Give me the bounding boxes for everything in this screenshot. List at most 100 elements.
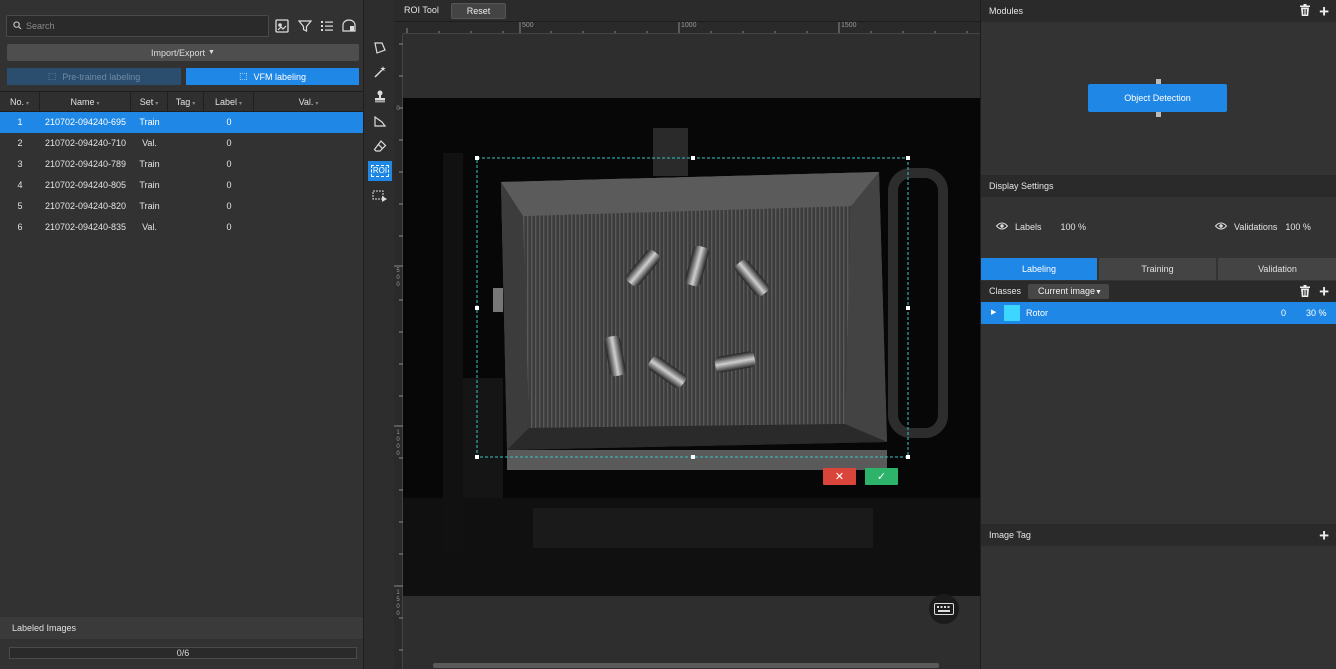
stamp-tool-icon[interactable] (368, 86, 392, 106)
cell-name: 210702-094240-710 (44, 138, 127, 148)
cancel-roi-button[interactable]: ✕ (823, 468, 856, 485)
cell-label: 0 (226, 159, 232, 169)
ruler-label: 1500 (841, 22, 857, 29)
tab-labeling[interactable]: Labeling (981, 258, 1097, 280)
column-name[interactable]: Name ▾ (40, 92, 131, 112)
roi-tool-label: ROI (370, 165, 390, 177)
expand-icon[interactable]: ▶ (991, 302, 996, 324)
column-val[interactable]: Val. ▾ (254, 92, 363, 112)
modules-header: Modules + (981, 0, 1336, 22)
labeled-progress-bar: 0/6 (9, 647, 357, 659)
ruler-label: 0 (396, 106, 400, 112)
labeling-icon: ⬚ (47, 71, 57, 81)
plus-icon[interactable]: + (1319, 527, 1329, 544)
search-input[interactable] (26, 21, 246, 31)
cell-set: Val. (142, 138, 157, 148)
image-list-panel: Import/Export▼ ⬚ Pre-trained labeling ⬚ … (0, 0, 364, 669)
class-opacity[interactable]: 30 % (1306, 302, 1327, 324)
confirm-roi-button[interactable]: ✓ (865, 468, 898, 485)
validations-opacity[interactable]: 100 % (1285, 222, 1311, 232)
plus-icon[interactable]: + (1319, 3, 1329, 20)
eye-icon[interactable] (995, 222, 1009, 232)
sort-icon: ▾ (192, 101, 196, 107)
sort-icon: ▾ (239, 101, 243, 107)
funnel-icon[interactable] (297, 18, 313, 34)
reset-button[interactable]: Reset (451, 3, 506, 19)
cell-label: 0 (226, 180, 232, 190)
image-tag-title: Image Tag (989, 530, 1031, 540)
validations-text: Validations (1234, 222, 1278, 232)
list-icon[interactable] (319, 18, 335, 34)
node-port (1156, 112, 1161, 117)
cell-no: 2 (17, 138, 23, 148)
column-no[interactable]: No. ▾ (0, 92, 40, 112)
table-row[interactable]: 1 210702-094240-695 Train 0 (0, 112, 363, 133)
plus-icon[interactable]: + (1319, 283, 1329, 300)
cell-set: Train (139, 159, 160, 169)
labels-visibility[interactable]: Labels 100 % (995, 222, 1087, 232)
class-row[interactable]: ▶ Rotor 0 30 % (981, 302, 1336, 324)
ruler-label: 500 (522, 22, 534, 29)
image-filter-icon[interactable] (274, 18, 290, 34)
keyboard-icon[interactable] (929, 594, 959, 624)
table-row[interactable]: 2 210702-094240-710 Val. 0 (0, 133, 363, 154)
table-row[interactable]: 4 210702-094240-805 Train 0 (0, 175, 363, 196)
class-name: Rotor (1026, 308, 1049, 318)
cell-name: 210702-094240-695 (44, 117, 127, 127)
image-tag-header: Image Tag + (981, 524, 1336, 546)
import-export-dropdown[interactable]: Import/Export ▼ (7, 44, 359, 61)
table-header: No. ▾ Name ▾ Set ▾ Tag ▾ Label ▾ Val. ▾ (0, 91, 363, 112)
tab-validation[interactable]: Validation (1218, 258, 1336, 280)
lasso-tool-icon[interactable] (368, 112, 392, 132)
table-row[interactable]: 6 210702-094240-835 Val. 0 (0, 217, 363, 238)
modules-title: Modules (989, 6, 1024, 16)
inspection-image (403, 98, 980, 596)
caret-down-icon: ▼ (208, 49, 215, 56)
eraser-icon[interactable] (368, 136, 392, 156)
cell-set: Train (139, 117, 160, 127)
horizontal-scrollbar[interactable] (433, 663, 939, 668)
ruler-label: 500 (396, 268, 400, 288)
pretrained-labeling-button[interactable]: ⬚ Pre-trained labeling (7, 68, 181, 85)
roi-tool-button[interactable]: ROI (368, 161, 392, 181)
close-icon: ✕ (834, 471, 845, 483)
sort-icon: ▾ (155, 101, 159, 107)
roi-tool-title: ROI Tool (404, 5, 439, 15)
pretrained-label: Pre-trained labeling (62, 71, 141, 82)
check-icon: ✓ (876, 471, 887, 483)
cell-label: 0 (226, 117, 232, 127)
eye-icon[interactable] (1214, 222, 1228, 232)
table-row[interactable]: 3 210702-094240-789 Train 0 (0, 154, 363, 175)
labels-text: Labels (1015, 222, 1042, 232)
labeled-images-header: Labeled Images (0, 617, 363, 639)
cell-name: 210702-094240-820 (44, 201, 127, 211)
classes-header: Classes Current image▼ + (981, 281, 1336, 302)
cell-no: 1 (17, 117, 23, 127)
trash-icon[interactable] (1299, 0, 1311, 22)
column-label[interactable]: Label ▾ (204, 92, 254, 112)
image-table-body: 1 210702-094240-695 Train 0 2 210702-094240-7… (0, 112, 363, 238)
polygon-tool-icon[interactable] (368, 38, 392, 58)
cell-set: Train (139, 180, 160, 190)
tab-training[interactable]: Training (1099, 258, 1216, 280)
class-color-swatch[interactable] (1004, 305, 1020, 321)
search-icon (13, 20, 22, 32)
search-box[interactable] (6, 15, 269, 37)
sort-icon: ▾ (26, 101, 30, 107)
validations-visibility[interactable]: Validations 100 % (1214, 222, 1311, 232)
image-canvas[interactable] (403, 34, 980, 669)
labels-opacity[interactable]: 100 % (1061, 222, 1087, 232)
table-row[interactable]: 5 210702-094240-820 Train 0 (0, 196, 363, 217)
object-detection-node[interactable]: Object Detection (1088, 84, 1227, 112)
class-filter-dropdown[interactable]: Current image▼ (1028, 284, 1109, 299)
magic-wand-icon[interactable] (368, 62, 392, 82)
vertical-ruler: 0 500 1000 1500 (394, 34, 403, 669)
cell-label: 0 (226, 222, 232, 232)
caret-down-icon: ▼ (1095, 289, 1102, 296)
column-tag[interactable]: Tag ▾ (168, 92, 204, 112)
trash-icon[interactable] (1299, 284, 1311, 300)
play-region-icon[interactable] (368, 186, 392, 206)
column-set[interactable]: Set ▾ (131, 92, 168, 112)
vfm-labeling-button[interactable]: ⬚ VFM labeling (186, 68, 359, 85)
panel-icon[interactable] (341, 18, 357, 34)
